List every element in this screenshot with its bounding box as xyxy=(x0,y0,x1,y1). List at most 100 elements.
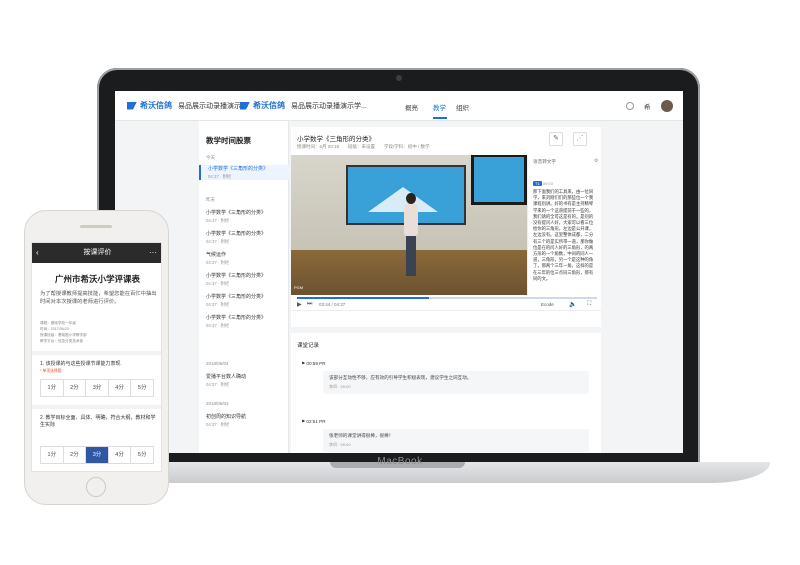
sidebar-item-time: 04:37 · 附经 xyxy=(206,281,230,286)
record-card[interactable]: 该部分互动性不够，应有效的引导学生积极表现，建议学生之间互动。 李四 · 09:… xyxy=(323,371,589,394)
sidebar-item-label: 小学数学《三角形的分类》 xyxy=(206,294,267,300)
lesson-sidebar: 教学时间股票 今天 小学数学《三角形的分类》 04:37 · 附经 昨天 小学数… xyxy=(199,121,289,453)
back-button[interactable]: ‹ xyxy=(36,243,39,263)
brand-logo[interactable]: 希沃信鸽 易品展示动录播演示学 xyxy=(127,100,248,111)
sidebar-item-label: 气候运作 xyxy=(206,252,227,258)
record-text: 张老师的课堂讲得很棒，很棒！ xyxy=(329,433,394,438)
record-meta: 李四 · 09:00 xyxy=(329,442,351,447)
edit-icon: ✎ xyxy=(553,135,559,142)
transcript-panel: 语音转文字 ⚙ T1 00:03 那下面我们的工具来，由一位同学，来刘刚们们的那… xyxy=(527,155,601,295)
rating-option-selected[interactable]: 3分 xyxy=(86,447,109,463)
form-intro: 为了帮授课教师提高技能，希望您能在百忙中抽出时间对本次授课的老师进行评价。 xyxy=(40,291,157,305)
sidebar-item-time: 04:37 · 附经 xyxy=(206,302,230,307)
rating-option[interactable]: 4分 xyxy=(109,380,132,396)
share-icon: ⋰ xyxy=(576,135,584,142)
teacher-figure xyxy=(403,193,419,278)
nav-organization[interactable]: 组织 xyxy=(456,102,469,112)
sidebar-item-lesson[interactable]: 小学数学《三角形的分类》 04:37 · 附经 xyxy=(199,272,289,287)
sidebar-item-time: 04:37 · 附经 xyxy=(206,323,230,328)
home-button[interactable] xyxy=(86,477,106,497)
logo-text: 希沃信鸽 xyxy=(140,101,172,110)
rating-option[interactable]: 5分 xyxy=(131,380,153,396)
sidebar-item-label: 小学数学《三角形的分类》 xyxy=(206,231,267,237)
avatar[interactable] xyxy=(661,100,673,112)
sidebar-item-time: 04:37 · 附经 xyxy=(206,218,230,223)
play-button[interactable]: ▶ xyxy=(297,301,302,308)
sidebar-item-label: 小学数学《三角形的分类》 xyxy=(208,166,269,172)
record-time: ⚑ 00:59 PR xyxy=(301,361,326,366)
help-icon[interactable] xyxy=(626,102,634,110)
video-player[interactable]: PGM xyxy=(291,155,527,295)
sidebar-item-lesson[interactable]: 爱播平台数人确动 04:37 · 附经 xyxy=(199,373,289,388)
record-text: 该部分互动性不够，应有效的引导学生积极表现，建议学生之间互动。 xyxy=(329,375,472,380)
logo-icon xyxy=(240,101,250,110)
sidebar-item-label: 爱播平台数人确动 xyxy=(206,374,247,380)
question-2: 2. 教学目标全面、具体、明确，符合大纲，教材和学生实际 xyxy=(40,415,156,428)
sidebar-item-lesson[interactable]: 初创周的知识导航 04:37 · 附经 xyxy=(199,413,289,428)
section-divider xyxy=(32,351,161,355)
player-controls: ▶ ⏭ 03:44 / 04:37 Ecode 🔈 ⛶ xyxy=(291,295,601,311)
video-title: 小学数学《三角形的分类》 xyxy=(297,136,375,143)
sidebar-item-lesson[interactable]: 小学数学《三角形的分类》 04:37 · 附经 xyxy=(199,209,289,224)
sidebar-item-lesson[interactable]: 小学数学《三角形的分类》 04:37 · 附经 xyxy=(199,314,289,329)
sidebar-group-yesterday: 昨天 xyxy=(206,197,215,202)
more-button[interactable]: ··· xyxy=(149,243,157,263)
transcript-text: 那下面我们的工具来，由一位同学，来刘刚们们的那些位一个我课程别讲。好的书有是主持… xyxy=(533,189,594,281)
share-button[interactable]: ⋰ xyxy=(573,132,587,146)
edit-button[interactable]: ✎ xyxy=(549,132,563,146)
class-records: 课堂记录 ⚑ 00:59 PR 该部分互动性不够，应有效的引导学生积极表现，建议… xyxy=(291,327,601,453)
sidebar-item-lesson[interactable]: 小学数学《三角形的分类》 04:37 · 附经 xyxy=(199,230,289,245)
nav-teaching[interactable]: 教学 xyxy=(433,102,446,112)
top-bar: 希沃信鸽 易品展示动录播演示学 希沃信鸽 易品展示动录播演示学... 概亮 教学… xyxy=(115,91,683,121)
nav-active-indicator xyxy=(433,117,447,119)
form-title: 广州市希沃小学评课表 xyxy=(54,274,140,284)
segment-time: 00:03 xyxy=(542,181,553,186)
laptop-screen: 希沃信鸽 易品展示动录播演示学 希沃信鸽 易品展示动录播演示学... 概亮 教学… xyxy=(115,91,683,453)
transcript-title: 语音转文字 xyxy=(533,159,556,164)
fullscreen-button[interactable]: ⛶ xyxy=(587,301,591,308)
brand-logo-secondary[interactable]: 希沃信鸽 易品展示动录播演示学... xyxy=(240,100,367,111)
progress-bar[interactable] xyxy=(297,297,597,299)
sidebar-item-time: 04:37 · 附经 xyxy=(206,382,230,387)
sidebar-item-label: 小学数学《三角形的分类》 xyxy=(206,273,267,279)
record-card[interactable]: 张老师的课堂讲得很棒，很棒！ 李四 · 09:00 xyxy=(323,429,589,452)
phone-speaker xyxy=(80,225,112,228)
rating-option[interactable]: 3分 xyxy=(86,380,109,396)
sidebar-item-time: 04:37 · 附经 xyxy=(206,260,230,265)
next-button[interactable]: ⏭ xyxy=(307,301,312,308)
display-screen-content xyxy=(474,157,524,202)
sidebar-item-label: 小学数学《三角形的分类》 xyxy=(206,315,267,321)
form-meta: 课程：基础学校一年级 时间：2017/06/20 授课班级：基础图小学教学部 教… xyxy=(40,321,87,343)
user-name[interactable]: 希 xyxy=(644,101,651,111)
quality-select[interactable]: Ecode xyxy=(541,302,554,307)
rating-option[interactable]: 5分 xyxy=(131,447,153,463)
logo-subtitle: 易品展示动录播演示学 xyxy=(178,102,248,110)
camera-icon xyxy=(396,75,402,81)
phone-page-title: 按课评价 xyxy=(83,249,112,256)
phone-top-bar: ‹ 按课评价 ··· xyxy=(32,243,161,263)
logo-subtitle: 易品展示动录播演示学... xyxy=(291,102,367,110)
rating-option[interactable]: 4分 xyxy=(109,447,132,463)
speaker-tag: T1 xyxy=(533,181,542,186)
video-meta: 授课时间：6月 20:18 班级：未设置 学段/学科：初中 / 数学 xyxy=(297,144,430,149)
rating-option[interactable]: 2分 xyxy=(64,380,87,396)
transcript-segment-header: T1 00:03 xyxy=(533,181,553,186)
transcript-settings-icon[interactable]: ⚙ xyxy=(594,158,598,164)
sidebar-group-today: 今天 xyxy=(206,155,215,160)
phone-screen: ‹ 按课评价 ··· 广州市希沃小学评课表 为了帮授课教师提高技能，希望您能在百… xyxy=(31,242,162,472)
pgm-label: PGM xyxy=(294,285,304,290)
sidebar-item-lesson[interactable]: 气候运作 04:37 · 附经 xyxy=(199,251,289,266)
rating-option[interactable]: 2分 xyxy=(64,447,87,463)
rating-option[interactable]: 1分 xyxy=(41,380,64,396)
nav-overview[interactable]: 概亮 xyxy=(405,102,418,112)
sidebar-item-time: 04:37 · 附经 xyxy=(206,239,230,244)
volume-button[interactable]: 🔈 xyxy=(569,301,576,308)
sidebar-group-date: 2018/06/04 xyxy=(206,361,229,366)
question-1: 1. 该授课的与这些授课节课能力表现 * 单项选择题 xyxy=(40,361,158,375)
rating-options-1: 1分 2分 3分 4分 5分 xyxy=(40,379,154,397)
rating-option[interactable]: 1分 xyxy=(41,447,64,463)
record-time: ⚑ 02:51 PR xyxy=(301,419,326,424)
required-note: * 单项选择题 xyxy=(40,369,62,373)
sidebar-item-lesson[interactable]: 小学数学《三角形的分类》 04:37 · 附经 xyxy=(199,293,289,308)
sidebar-item-lesson[interactable]: 小学数学《三角形的分类》 04:37 · 附经 xyxy=(199,165,289,180)
